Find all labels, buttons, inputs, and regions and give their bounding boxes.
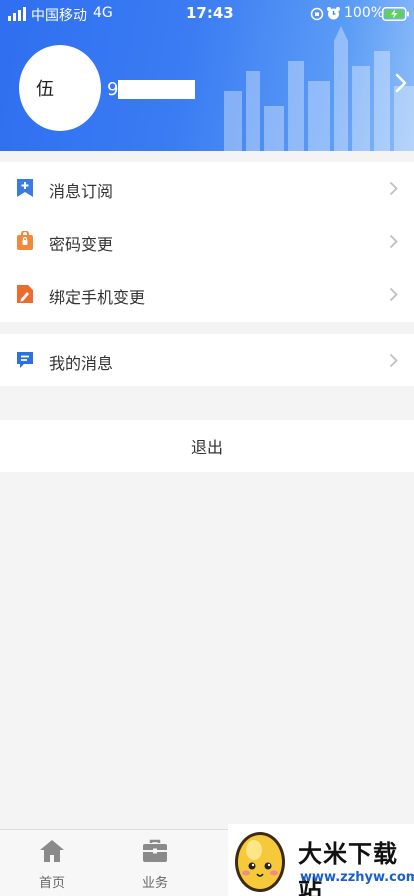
menu-label: 消息订阅 xyxy=(49,182,114,201)
avatar[interactable]: 伍 xyxy=(19,45,101,131)
briefcase-icon xyxy=(143,839,167,862)
clock: 17:43 xyxy=(186,4,234,22)
tab-home[interactable]: 首页 xyxy=(12,830,92,896)
chevron-right-icon xyxy=(389,287,398,302)
menu-item-password[interactable]: 密码变更 xyxy=(0,215,414,268)
edit-doc-icon xyxy=(17,285,33,303)
watermark-url: www.zzhyw.com xyxy=(300,870,414,885)
menu-label: 密码变更 xyxy=(49,235,114,254)
avatar-initial: 伍 xyxy=(36,79,54,100)
menu-item-bind-phone[interactable]: 绑定手机变更 xyxy=(0,268,414,321)
chevron-right-icon xyxy=(389,181,398,196)
messages-menu-group: 我的消息 xyxy=(0,334,414,386)
lock-bag-icon xyxy=(17,231,33,250)
site-watermark: 大米下载站 www.zzhyw.com xyxy=(228,824,414,896)
tab-label: 业务 xyxy=(141,876,168,891)
chevron-right-icon xyxy=(389,234,398,249)
watermark-title: 大米下载站 xyxy=(298,840,398,896)
network-label: 4G xyxy=(93,5,113,21)
logout-button[interactable]: 退出 xyxy=(0,420,414,472)
menu-item-my-messages[interactable]: 我的消息 xyxy=(0,334,414,387)
menu-label: 绑定手机变更 xyxy=(49,288,146,307)
bookmark-plus-icon xyxy=(17,179,33,197)
battery-charging-icon xyxy=(382,7,409,21)
rice-mascot-logo xyxy=(235,832,285,892)
menu-label: 我的消息 xyxy=(49,354,114,373)
alarm-icon xyxy=(327,7,340,20)
home-icon xyxy=(40,840,64,862)
chevron-right-icon xyxy=(389,353,398,368)
profile-header[interactable]: 中国移动 4G 17:43 100% 伍 9 xyxy=(0,0,414,151)
carrier-label: 中国移动 xyxy=(31,8,87,24)
signal-icon xyxy=(8,7,26,21)
tab-business[interactable]: 业务 xyxy=(115,830,195,896)
chevron-right-icon[interactable] xyxy=(394,72,408,94)
rotation-lock-icon xyxy=(310,7,324,21)
city-skyline-illustration xyxy=(224,26,414,151)
tab-label: 首页 xyxy=(38,876,65,891)
menu-item-subscription[interactable]: 消息订阅 xyxy=(0,162,414,215)
message-icon xyxy=(17,352,33,368)
battery-percent: 100% xyxy=(344,5,385,21)
username: 9 xyxy=(107,79,119,100)
settings-menu-group: 消息订阅 密码变更 绑定手机变更 xyxy=(0,162,414,322)
username-redaction xyxy=(118,80,195,99)
